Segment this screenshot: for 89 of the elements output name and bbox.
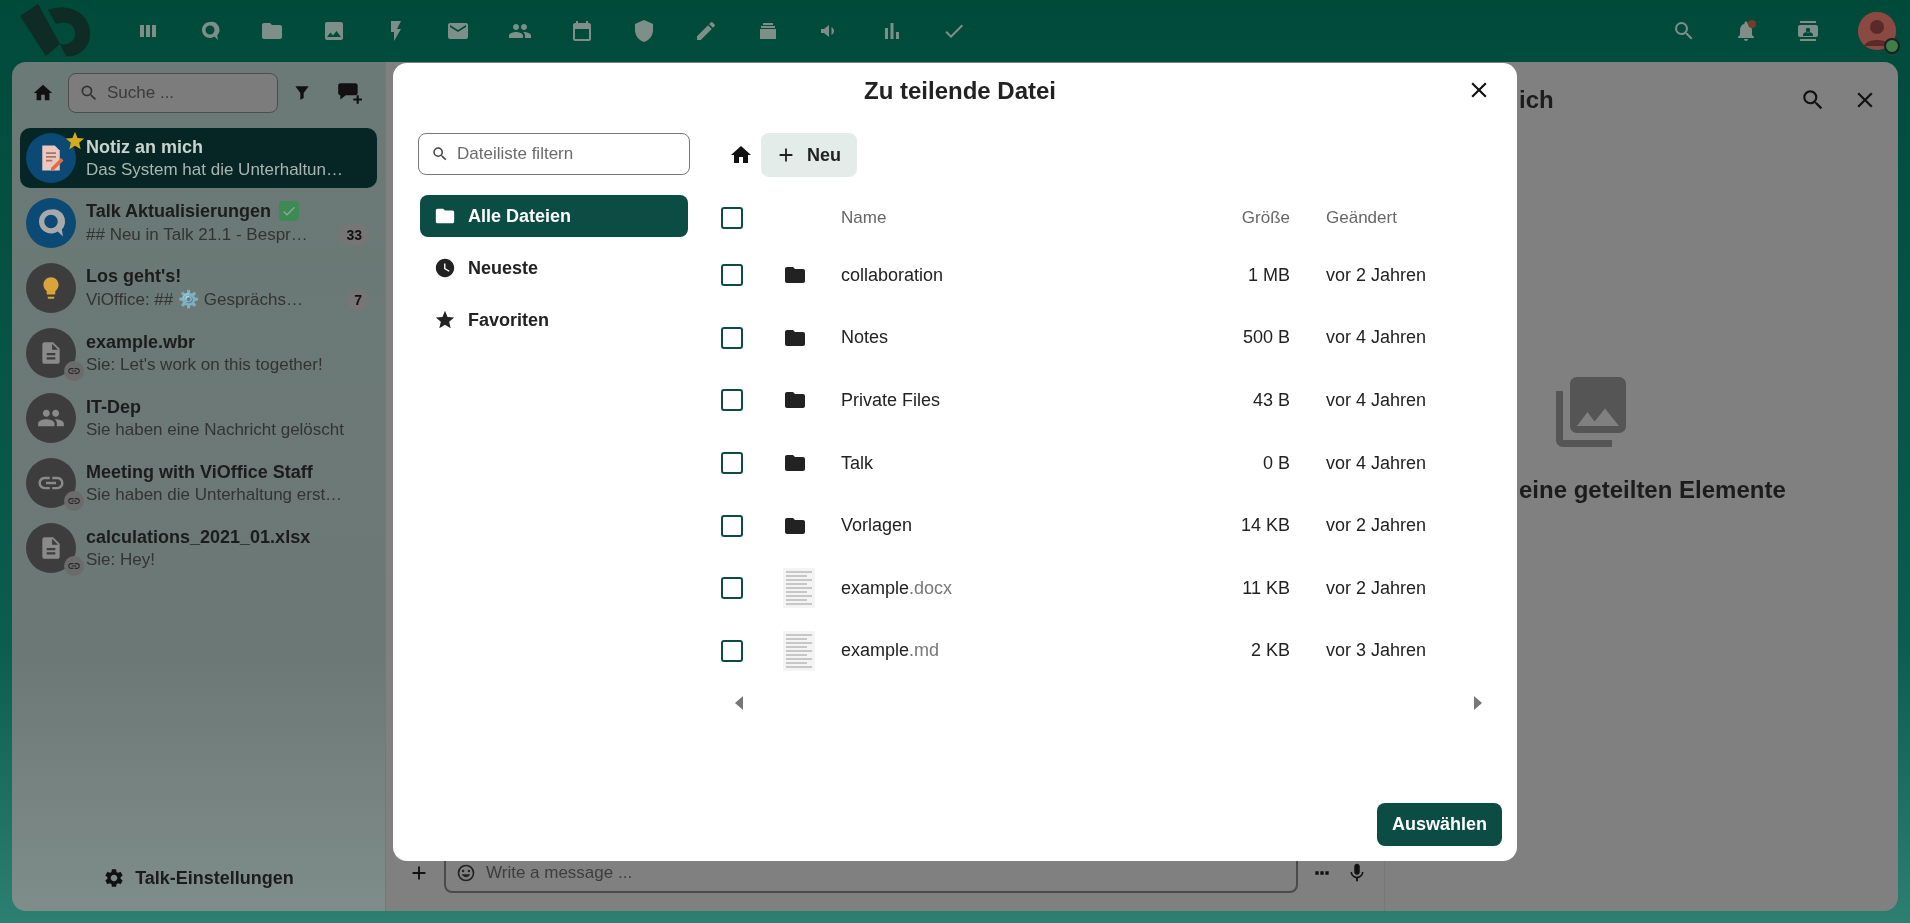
file-name[interactable]: Private Files (841, 390, 941, 411)
conversation-title: Notiz an mich (86, 136, 203, 158)
unread-count: 7 (347, 288, 369, 311)
pencil-icon[interactable] (694, 19, 718, 43)
modified-date: vor 2 Jahren (1326, 515, 1427, 537)
nav-item[interactable]: Alle Dateien (420, 195, 688, 237)
emoji-icon[interactable] (456, 863, 476, 883)
conversation-title: Los geht's! (86, 265, 182, 287)
conversation-item[interactable]: IT-Dep Sie haben eine Nachricht gelöscht (20, 388, 377, 448)
empty-state-text: eine geteilten Elemente (1519, 476, 1786, 504)
contacts-icon[interactable] (1796, 19, 1820, 43)
last-message: ViOffice: ## ⚙ Gesprächs… (86, 289, 304, 310)
row-checkbox[interactable] (721, 639, 743, 662)
scroll-right-icon[interactable] (1472, 696, 1484, 711)
document-preview-icon (783, 630, 815, 671)
modified-date: vor 4 Jahren (1326, 390, 1427, 411)
new-button[interactable]: Neu (761, 133, 857, 177)
conversation-title: IT-Dep (86, 396, 141, 418)
new-chat-icon[interactable] (336, 80, 362, 106)
file-size: 0 B (1262, 452, 1290, 474)
conversation-title: example.wbr (86, 331, 196, 353)
file-size: 500 B (1242, 327, 1290, 349)
file-name[interactable]: collaboration (841, 264, 944, 286)
search-icon (79, 83, 99, 103)
row-checkbox[interactable] (721, 326, 743, 349)
column-header[interactable]: Größe (1241, 208, 1290, 228)
file-name[interactable]: Notes (841, 327, 889, 349)
filter-icon[interactable] (292, 83, 312, 103)
link-avatar (26, 458, 76, 508)
file-size: 1 MB (1248, 264, 1290, 286)
row-checkbox[interactable] (721, 514, 743, 537)
conversation-item[interactable]: Talk Aktualisierungen ## Neu in Talk 21.1 - Bespr… 33 (20, 193, 377, 253)
document-preview-icon (783, 568, 815, 609)
column-header[interactable]: Name (841, 208, 887, 228)
last-message: Sie: Let's work on this together! (86, 354, 324, 375)
conversation-item[interactable]: Meeting with ViOffice Staff Sie haben die Unterhaltung erst… (20, 453, 377, 513)
note-avatar (26, 133, 76, 183)
dialog-title: Zu teilende Datei (863, 77, 1056, 105)
conversation-title: Talk Aktualisierungen (86, 200, 272, 222)
calendar-icon[interactable] (570, 19, 594, 43)
column-header[interactable]: Geändert (1326, 208, 1397, 228)
row-checkbox[interactable] (721, 389, 743, 412)
modified-date: vor 4 Jahren (1326, 327, 1427, 349)
modified-date: vor 2 Jahren (1326, 264, 1427, 286)
group-avatar (26, 393, 76, 443)
file-size: 2 KB (1250, 640, 1290, 662)
clock-icon (434, 257, 456, 279)
file-size: 14 KB (1240, 515, 1290, 537)
last-message: Sie: Hey! (86, 549, 156, 570)
lightbulb-avatar (26, 263, 76, 313)
nav-item[interactable]: Neueste (420, 247, 688, 289)
nav-item[interactable]: Favoriten (420, 299, 688, 341)
last-message: Sie haben eine Nachricht gelöscht (86, 419, 345, 440)
conversation-item[interactable]: calculations_2021_01.xlsx Sie: Hey! (20, 518, 377, 578)
unread-count: 33 (339, 223, 369, 246)
gear-icon (103, 867, 126, 889)
conversation-title: ich (1519, 86, 1554, 114)
row-checkbox[interactable] (721, 577, 743, 600)
scroll-left-icon[interactable] (733, 696, 745, 711)
search-icon (431, 145, 449, 163)
conversation-item[interactable]: Los geht's! ViOffice: ## ⚙ Gesprächs… 7 (20, 258, 377, 318)
file-name[interactable]: example.md (841, 640, 940, 662)
settings-button[interactable]: Talk-Einstellungen (20, 845, 377, 911)
file-name[interactable]: example.docx (841, 577, 953, 599)
last-message: ## Neu in Talk 21.1 - Bespr… (86, 224, 309, 245)
row-checkbox[interactable] (721, 264, 743, 287)
modified-date: vor 3 Jahren (1326, 640, 1427, 662)
document-avatar (26, 328, 76, 378)
conversation-title: Meeting with ViOffice Staff (86, 461, 313, 483)
last-message: Sie haben die Unterhaltung erst… (86, 484, 344, 505)
talk-avatar (26, 198, 76, 248)
star-icon (434, 309, 456, 331)
modified-date: vor 4 Jahren (1326, 452, 1427, 474)
filter-field[interactable]: Dateiliste filtern (418, 133, 690, 175)
file-size: 11 KB (1242, 577, 1290, 599)
row-checkbox[interactable] (721, 452, 743, 475)
select-button[interactable]: Auswählen (1376, 803, 1502, 846)
modified-date: vor 2 Jahren (1326, 577, 1427, 599)
conversation-title: calculations_2021_01.xlsx (86, 526, 311, 548)
file-name[interactable]: Vorlagen (841, 515, 913, 537)
document-avatar (26, 523, 76, 573)
image-icon[interactable] (322, 19, 346, 43)
file-name[interactable]: Talk (841, 452, 873, 474)
shield-icon[interactable] (632, 19, 656, 43)
conversation-item[interactable]: Notiz an mich Das System hat die Unterhaltun… (20, 128, 377, 188)
last-message: Das System hat die Unterhaltun… (86, 159, 344, 180)
select-all-checkbox[interactable] (721, 207, 743, 229)
conversation-item[interactable]: example.wbr Sie: Let's work on this together! (20, 323, 377, 383)
file-size: 43 B (1252, 390, 1290, 411)
